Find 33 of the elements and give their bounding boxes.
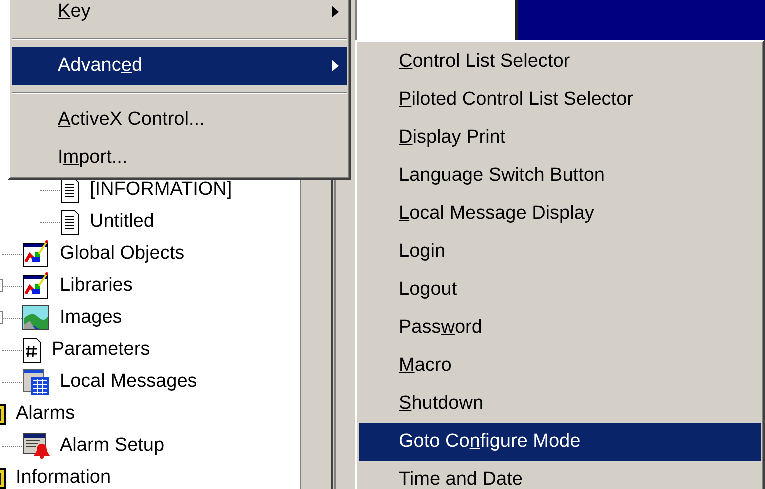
document-icon	[60, 208, 80, 236]
menu-item[interactable]: Import...	[12, 139, 347, 177]
menu-item[interactable]: Display Print	[359, 119, 761, 157]
tree-item[interactable]: Alarms	[16, 400, 76, 428]
tree-item[interactable]: Global Objects	[60, 240, 185, 268]
message-table-icon	[22, 368, 50, 396]
menu-item[interactable]: Goto Configure Mode	[359, 423, 761, 461]
tree-item[interactable]: Parameters	[52, 336, 150, 364]
tree-item[interactable]: Untitled	[90, 208, 154, 236]
tree-item[interactable]: Local Messages	[60, 368, 198, 396]
hash-document-icon	[22, 336, 42, 364]
menu-item[interactable]: Macro	[359, 347, 761, 385]
chart-window-icon	[22, 240, 50, 268]
menu-item[interactable]: Advanced	[12, 47, 347, 85]
menu-item[interactable]: Time and Date	[359, 461, 761, 489]
chart-window-icon	[22, 272, 50, 300]
menu-item[interactable]: Local Message Display	[359, 195, 761, 233]
alarm-bell-icon	[22, 432, 50, 460]
tree-item[interactable]: Information	[16, 464, 112, 489]
menu-item[interactable]: Language Switch Button	[359, 157, 761, 195]
menu-item[interactable]: Login	[359, 233, 761, 271]
menu-item[interactable]: Piloted Control List Selector	[359, 81, 761, 119]
tree-item[interactable]: [INFORMATION]	[90, 176, 232, 204]
tree-item[interactable]: Images	[60, 304, 122, 332]
menu-item[interactable]: Password	[359, 309, 761, 347]
menu-item[interactable]: ActiveX Control...	[12, 101, 347, 139]
tree-item[interactable]: Alarm Setup	[60, 432, 165, 460]
menu-item[interactable]: Logout	[359, 271, 761, 309]
menu-item[interactable]: Control List Selector	[359, 43, 761, 81]
menu-item[interactable]: Shutdown	[359, 385, 761, 423]
landscape-icon	[22, 305, 50, 331]
tree-item[interactable]: Libraries	[60, 272, 133, 300]
menu-item[interactable]: Key	[12, 0, 347, 31]
